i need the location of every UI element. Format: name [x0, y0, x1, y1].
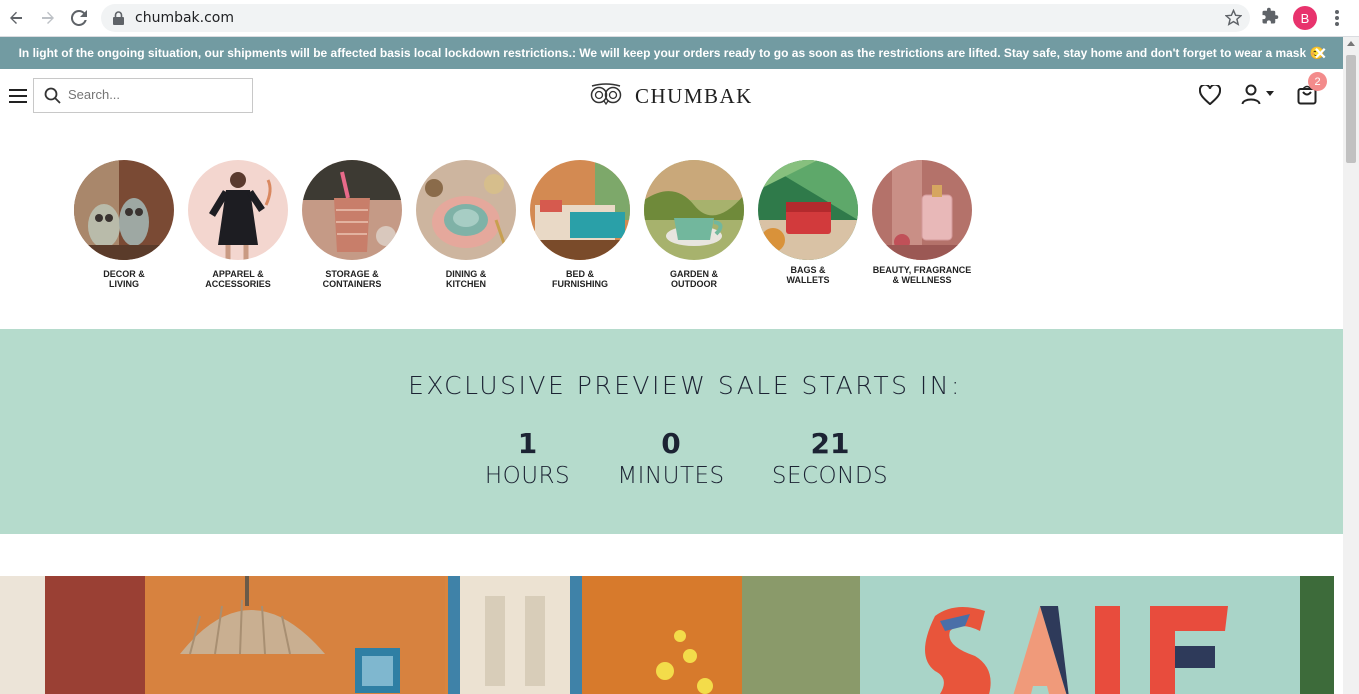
search-box[interactable] — [33, 78, 253, 113]
forward-icon[interactable] — [36, 6, 60, 30]
scroll-up-arrow-icon[interactable] — [1347, 41, 1355, 46]
hamburger-menu-icon[interactable] — [9, 89, 27, 108]
category-image-beauty — [872, 160, 972, 260]
category-image-dining — [416, 160, 516, 260]
sale-title: EXCLUSIVE PREVIEW SALE STARTS IN: — [408, 371, 962, 400]
minutes-value: 0 — [661, 427, 681, 460]
category-dining-kitchen[interactable]: DINING & KITCHEN — [409, 160, 523, 289]
hours-value: 1 — [517, 427, 538, 460]
category-label: BAGS & WALLETS — [786, 265, 830, 285]
extensions-puzzle-icon[interactable] — [1261, 7, 1279, 30]
countdown-minutes: 0 MINUTES — [611, 427, 731, 489]
sale-countdown-banner: EXCLUSIVE PREVIEW SALE STARTS IN: 1 HOUR… — [0, 329, 1343, 534]
category-label: GARDEN & OUTDOOR — [669, 269, 718, 289]
category-image-apparel — [188, 160, 288, 260]
scrollbar-thumb[interactable] — [1346, 55, 1356, 163]
announcement-bar: In light of the ongoing situation, our s… — [0, 37, 1343, 69]
browser-toolbar: chumbak.com B — [0, 0, 1359, 37]
page-content: In light of the ongoing situation, our s… — [0, 37, 1343, 694]
cart-count-badge: 2 — [1308, 72, 1327, 91]
category-label: BED & FURNISHING — [552, 269, 608, 289]
category-decor-living[interactable]: DECOR & LIVING — [67, 160, 181, 289]
category-label: APPAREL & ACCESSORIES — [205, 269, 271, 289]
category-bags-wallets[interactable]: BAGS & WALLETS — [751, 160, 865, 285]
lock-icon — [113, 11, 124, 30]
category-beauty-fragrance-wellness[interactable]: BEAUTY, FRAGRANCE & WELLNESS — [865, 160, 979, 285]
category-garden-outdoor[interactable]: GARDEN & OUTDOOR — [637, 160, 751, 289]
hours-label: HOURS — [484, 463, 571, 489]
category-image-bags — [758, 160, 858, 260]
logo-text: CHUMBAK — [635, 84, 753, 108]
search-icon — [44, 87, 61, 109]
category-image-garden — [644, 160, 744, 260]
reload-icon[interactable] — [67, 6, 91, 30]
account-user-icon[interactable] — [1241, 84, 1261, 110]
url-text: chumbak.com — [135, 10, 235, 26]
site-header: CHUMBAK 2 — [0, 69, 1343, 124]
countdown-seconds: 21 SECONDS — [765, 427, 895, 489]
bookmark-star-icon[interactable] — [1224, 8, 1243, 31]
category-image-decor — [74, 160, 174, 260]
countdown-hours: 1 HOURS — [470, 427, 585, 489]
address-bar[interactable]: chumbak.com — [101, 4, 1250, 32]
seconds-label: SECONDS — [771, 463, 889, 489]
category-image-storage — [302, 160, 402, 260]
wishlist-heart-icon[interactable] — [1198, 83, 1222, 110]
close-announcement-icon[interactable]: ✕ — [1314, 44, 1327, 64]
category-image-bed — [530, 160, 630, 260]
category-label: STORAGE & CONTAINERS — [322, 269, 382, 289]
seconds-value: 21 — [810, 427, 850, 460]
site-logo[interactable]: CHUMBAK — [590, 83, 753, 110]
hero-sale-banner[interactable] — [0, 576, 1334, 694]
category-storage-containers[interactable]: STORAGE & CONTAINERS — [295, 160, 409, 289]
category-label: DECOR & LIVING — [103, 269, 145, 289]
account-dropdown-icon[interactable] — [1266, 91, 1274, 96]
announcement-text: In light of the ongoing situation, our s… — [18, 46, 1325, 60]
category-strip: DECOR & LIVING APPAREL & ACCESSORIES STO… — [0, 160, 1343, 300]
back-icon[interactable] — [4, 6, 28, 30]
category-label: BEAUTY, FRAGRANCE & WELLNESS — [872, 265, 972, 285]
category-label: DINING & KITCHEN — [445, 269, 487, 289]
search-input[interactable] — [68, 87, 238, 102]
minutes-label: MINUTES — [617, 463, 725, 489]
category-apparel-accessories[interactable]: APPAREL & ACCESSORIES — [181, 160, 295, 289]
browser-menu-icon[interactable] — [1329, 6, 1345, 35]
owl-logo-icon — [590, 83, 622, 110]
page-scrollbar[interactable] — [1343, 37, 1359, 694]
profile-avatar[interactable]: B — [1293, 6, 1317, 30]
category-bed-furnishing[interactable]: BED & FURNISHING — [523, 160, 637, 289]
